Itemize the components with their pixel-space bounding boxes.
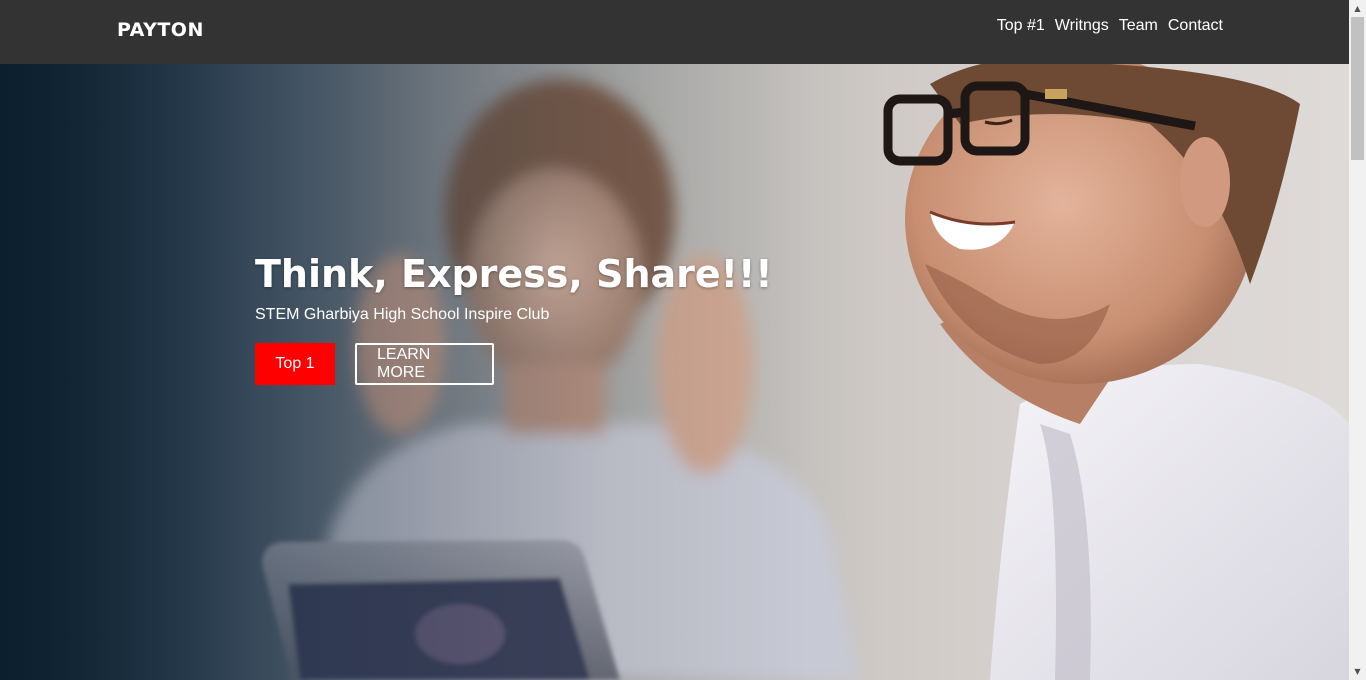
hero-title: Think, Express, Share!!! bbox=[255, 252, 773, 296]
hero-section: Think, Express, Share!!! STEM Gharbiya H… bbox=[0, 64, 1349, 680]
learn-more-button[interactable]: LEARN MORE bbox=[355, 343, 494, 385]
nav-link-team[interactable]: Team bbox=[1119, 17, 1158, 35]
hero-subtitle: STEM Gharbiya High School Inspire Club bbox=[255, 306, 550, 323]
brand-logo[interactable]: PAYTON bbox=[117, 19, 204, 41]
nav-link-contact[interactable]: Contact bbox=[1168, 17, 1223, 35]
nav-link-writings[interactable]: Writngs bbox=[1055, 17, 1109, 35]
nav-link-top[interactable]: Top #1 bbox=[997, 17, 1045, 35]
vertical-scrollbar[interactable]: ▲ ▼ bbox=[1349, 0, 1366, 680]
nav-links: Top #1 Writngs Team Contact bbox=[997, 17, 1223, 35]
scroll-up-icon[interactable]: ▲ bbox=[1349, 0, 1366, 17]
scroll-down-icon[interactable]: ▼ bbox=[1349, 663, 1366, 680]
navbar: PAYTON Top #1 Writngs Team Contact bbox=[0, 0, 1349, 64]
page: PAYTON Top #1 Writngs Team Contact Think… bbox=[0, 0, 1366, 680]
scroll-thumb[interactable] bbox=[1351, 17, 1364, 160]
hero-content: Think, Express, Share!!! STEM Gharbiya H… bbox=[255, 250, 773, 385]
hero-buttons: Top 1 LEARN MORE bbox=[255, 343, 773, 385]
top-1-button[interactable]: Top 1 bbox=[255, 343, 335, 385]
